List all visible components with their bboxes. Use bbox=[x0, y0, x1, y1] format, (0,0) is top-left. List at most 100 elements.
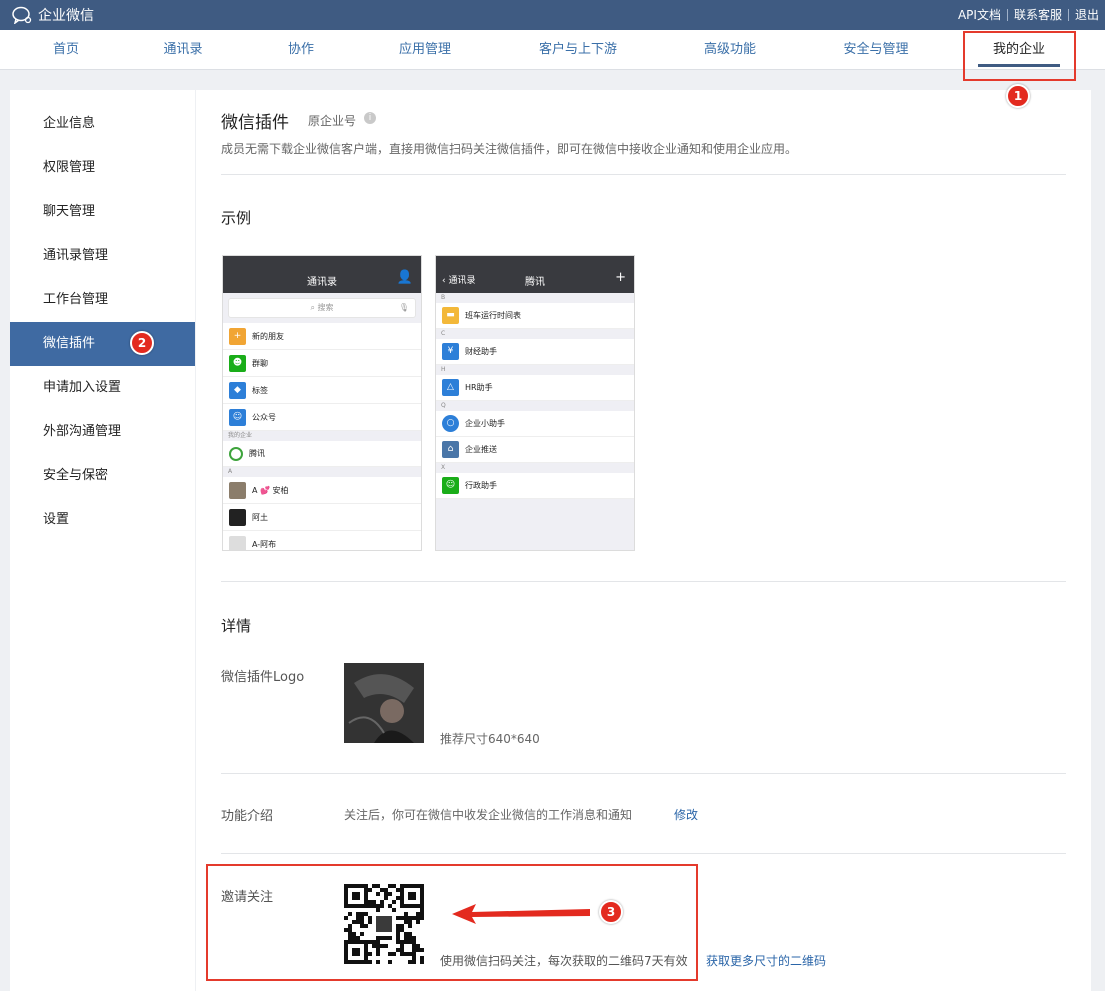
list-item: △ HR助手 bbox=[436, 375, 634, 401]
details-heading: 详情 bbox=[221, 617, 252, 635]
sidebar-item-label: 微信插件 bbox=[43, 336, 96, 351]
avatar bbox=[229, 508, 246, 526]
sidebar-item-security[interactable]: 安全与保密 bbox=[10, 454, 195, 498]
list-item-label: 企业推送 bbox=[465, 445, 497, 454]
group-header: X bbox=[436, 463, 634, 473]
list-item: ☺ 公众号 bbox=[223, 404, 421, 431]
tag-icon: ◆ bbox=[229, 381, 246, 399]
sidebar-item-chat-management[interactable]: 聊天管理 bbox=[10, 190, 195, 234]
divider bbox=[221, 581, 1066, 582]
list-item-label: 新的朋友 bbox=[252, 331, 284, 341]
list-item: ⌂ 企业推送 bbox=[436, 437, 634, 463]
list-item: A 💕 安柏 bbox=[223, 477, 421, 504]
phone-header: 通讯录 👤 bbox=[223, 256, 421, 293]
logo-label: 微信插件Logo bbox=[221, 670, 305, 685]
list-item: ◆ 标签 bbox=[223, 377, 421, 404]
tab-contacts[interactable]: 通讯录 bbox=[144, 30, 222, 70]
logout-link[interactable]: 退出 bbox=[1075, 6, 1099, 23]
annotation-badge-2: 2 bbox=[130, 331, 154, 355]
avatar bbox=[229, 481, 246, 499]
top-links: API文档 联系客服 退出 bbox=[958, 6, 1099, 23]
top-bar: 企业微信 API文档 联系客服 退出 bbox=[0, 0, 1105, 30]
sidebar-item-external-communication[interactable]: 外部沟通管理 bbox=[10, 410, 195, 454]
info-icon[interactable]: i bbox=[364, 112, 376, 124]
example-heading: 示例 bbox=[221, 209, 252, 227]
divider bbox=[1006, 8, 1008, 21]
list-item-label: 腾讯 bbox=[249, 449, 265, 458]
tab-app-management[interactable]: 应用管理 bbox=[375, 30, 475, 70]
list-item-label: 行政助手 bbox=[465, 481, 497, 490]
list-item: ☺ 行政助手 bbox=[436, 473, 634, 499]
assistant-icon: ○ bbox=[442, 415, 459, 432]
plus-icon: + bbox=[615, 270, 626, 285]
list-item-label: A 💕 安柏 bbox=[252, 485, 289, 495]
sidebar-item-permissions[interactable]: 权限管理 bbox=[10, 146, 195, 190]
yen-icon: ¥ bbox=[442, 343, 459, 360]
tab-collaboration[interactable]: 协作 bbox=[262, 30, 340, 70]
phone-search: ⌕ 搜索 🎙 bbox=[228, 298, 416, 318]
phone-title: 腾讯 bbox=[525, 277, 545, 288]
logo-size-hint: 推荐尺寸640*640 bbox=[440, 732, 540, 746]
group-header: B bbox=[436, 293, 634, 303]
search-icon: ⌕ bbox=[310, 303, 318, 312]
sidebar-item-contacts-management[interactable]: 通讯录管理 bbox=[10, 234, 195, 278]
brand[interactable]: 企业微信 bbox=[12, 5, 94, 25]
edit-intro-link[interactable]: 修改 bbox=[674, 806, 698, 823]
hr-icon: △ bbox=[442, 379, 459, 396]
group-header: 我的企业 bbox=[223, 431, 421, 441]
list-item-label: A-阿布 bbox=[252, 539, 277, 549]
sidebar-item-company-info[interactable]: 企业信息 bbox=[10, 102, 195, 146]
tab-security-management[interactable]: 安全与管理 bbox=[826, 30, 926, 70]
divider bbox=[1067, 8, 1069, 21]
list-item: 腾讯 bbox=[223, 441, 421, 467]
page-title: 微信插件 bbox=[221, 113, 289, 133]
add-contact-icon: 👤 bbox=[396, 270, 413, 285]
sidebar-item-wechat-plugin[interactable]: 微信插件 bbox=[10, 322, 195, 366]
sidebar-item-settings[interactable]: 设置 bbox=[10, 498, 195, 542]
wecom-logo-icon bbox=[12, 6, 32, 24]
mic-icon: 🎙 bbox=[398, 303, 409, 312]
sidebar: 企业信息 权限管理 聊天管理 通讯录管理 工作台管理 微信插件 申请加入设置 外… bbox=[10, 90, 195, 991]
group-header: H bbox=[436, 365, 634, 375]
tab-home[interactable]: 首页 bbox=[27, 30, 105, 70]
home-icon: ⌂ bbox=[442, 441, 459, 458]
divider bbox=[221, 174, 1066, 175]
group-header: C bbox=[436, 329, 634, 339]
sidebar-item-join-settings[interactable]: 申请加入设置 bbox=[10, 366, 195, 410]
avatar bbox=[229, 535, 246, 550]
divider bbox=[221, 773, 1066, 774]
example-phone-contacts: 通讯录 👤 ⌕ 搜索 🎙 + 新的朋友 ☻ 群聊 ◆ 标签 ☺ 公众号 我的企业 腾讯 … bbox=[222, 255, 422, 551]
contact-support-link[interactable]: 联系客服 bbox=[1014, 6, 1062, 23]
list-item: A-阿布 bbox=[223, 531, 421, 550]
admin-assistant-icon: ☺ bbox=[442, 477, 459, 494]
page-subtitle: 原企业号 bbox=[308, 114, 357, 128]
official-account-icon: ☺ bbox=[229, 408, 246, 426]
list-item-label: 财经助手 bbox=[465, 347, 497, 356]
list-item: 阿土 bbox=[223, 504, 421, 531]
list-item-label: 公众号 bbox=[252, 412, 276, 422]
sidebar-item-workbench-management[interactable]: 工作台管理 bbox=[10, 278, 195, 322]
page-description: 成员无需下载企业微信客户端，直接用微信扫码关注微信插件，即可在微信中接收企业通知… bbox=[221, 142, 798, 156]
example-phone-company: ‹ 通讯录 腾讯 + B ▬ 班车运行时间表 C ¥ 财经助手 H △ HR助手 Q … bbox=[435, 255, 635, 551]
plugin-logo[interactable] bbox=[344, 663, 424, 743]
new-friends-icon: + bbox=[229, 327, 246, 345]
main-panel: 微信插件 原企业号 i 成员无需下载企业微信客户端，直接用微信扫码关注微信插件，… bbox=[196, 90, 1091, 991]
more-qr-sizes-link[interactable]: 获取更多尺寸的二维码 bbox=[706, 952, 826, 969]
phone-header: ‹ 通讯录 腾讯 + bbox=[436, 256, 634, 293]
list-item: ¥ 财经助手 bbox=[436, 339, 634, 365]
list-item-label: 群聊 bbox=[252, 358, 268, 368]
phone-search-text: 搜索 bbox=[317, 303, 334, 312]
list-item: + 新的朋友 bbox=[223, 323, 421, 350]
list-item: ○ 企业小助手 bbox=[436, 411, 634, 437]
divider bbox=[221, 853, 1066, 854]
list-item: ☻ 群聊 bbox=[223, 350, 421, 377]
list-item-label: 标签 bbox=[252, 385, 268, 395]
tab-advanced[interactable]: 高级功能 bbox=[685, 30, 775, 70]
intro-label: 功能介绍 bbox=[221, 809, 274, 824]
tab-customers[interactable]: 客户与上下游 bbox=[520, 30, 636, 70]
phone-title: 通讯录 bbox=[307, 277, 337, 288]
list-item-label: 阿土 bbox=[252, 512, 268, 522]
logo-image-icon bbox=[344, 663, 424, 743]
annotation-badge-1: 1 bbox=[1006, 84, 1030, 108]
api-docs-link[interactable]: API文档 bbox=[958, 6, 1001, 23]
